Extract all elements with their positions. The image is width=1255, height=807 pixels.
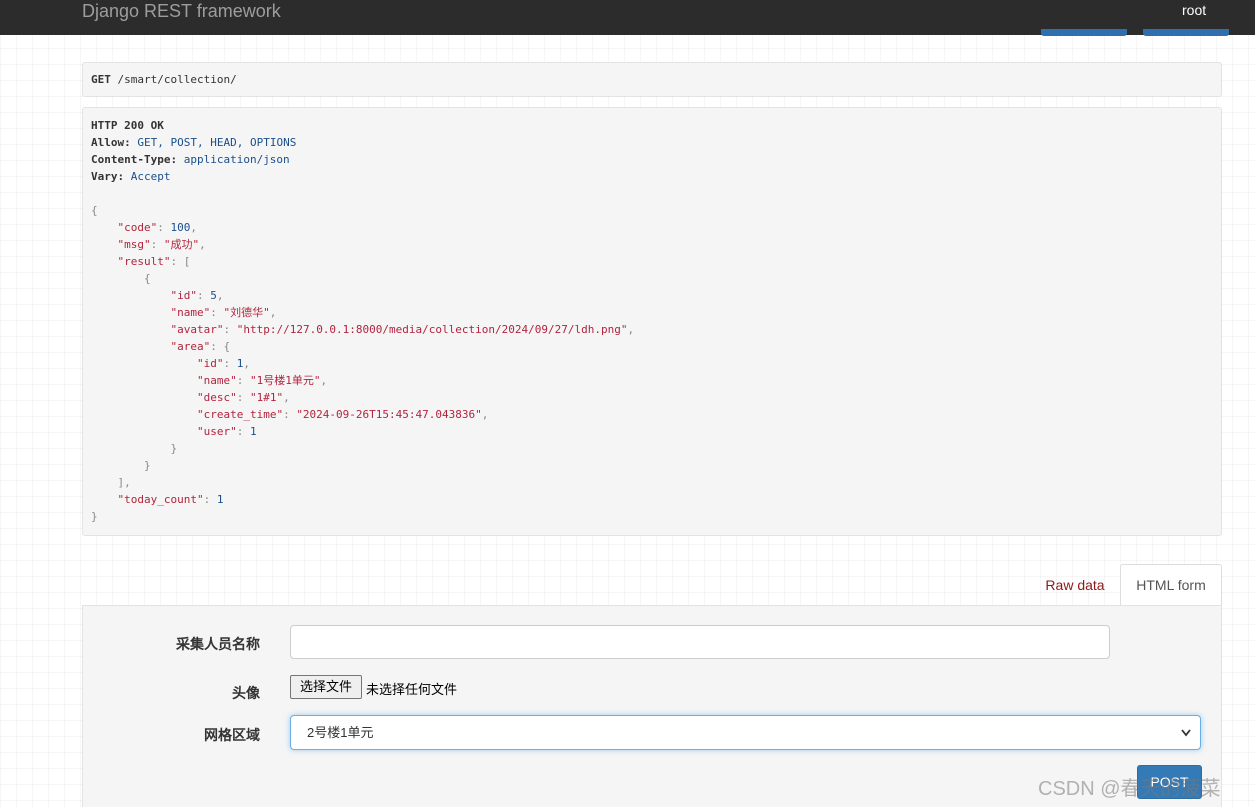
json-line: { (91, 204, 98, 217)
header-vary: Vary: Accept (91, 168, 1213, 185)
tab-raw-data[interactable]: Raw data (1030, 564, 1120, 606)
json-line: "create_time": "2024-09-26T15:45:47.0438… (196, 408, 489, 421)
json-name: "刘德华" (223, 306, 270, 319)
json-line: } (170, 442, 178, 455)
json-msg: "成功" (163, 238, 200, 251)
get-button[interactable] (1143, 29, 1229, 36)
request-path: /smart/collection/ (117, 73, 237, 86)
json-code: 100 (170, 221, 191, 234)
json-line: } (91, 510, 98, 523)
json-line: { (143, 272, 151, 285)
area-label: 网格区域 (204, 727, 260, 743)
json-area-name: "1号楼1单元" (249, 374, 321, 387)
json-line: "area": { (170, 340, 231, 353)
collector-name-input[interactable] (290, 625, 1110, 659)
json-line: "user": 1 (196, 425, 257, 438)
header-value: GET, POST, HEAD, OPTIONS (137, 136, 297, 149)
json-id: 5 (210, 289, 217, 302)
header-content-type: Content-Type: application/json (91, 151, 1213, 168)
json-avatar[interactable]: "http://127.0.0.1:8000/media/collection/… (237, 323, 628, 336)
json-line: "desc": "1#1", (196, 391, 290, 404)
name-label: 采集人员名称 (176, 636, 260, 652)
json-line: "msg": "成功", (117, 238, 206, 251)
header-name: Content-Type: (91, 153, 178, 166)
header-name: Vary: (91, 170, 125, 183)
json-line: "today_count": 1 (117, 493, 224, 506)
user-menu[interactable]: root (1182, 2, 1206, 18)
header-value: Accept (130, 170, 171, 183)
brand-title[interactable]: Django REST framework (82, 0, 281, 22)
form-tabs: Raw data HTML form (0, 564, 1255, 606)
header-value: application/json (183, 153, 290, 166)
json-line: } (143, 459, 151, 472)
json-line: "name": "1号楼1单元", (196, 374, 328, 387)
avatar-label: 头像 (232, 685, 260, 701)
tab-html-form[interactable]: HTML form (1120, 564, 1222, 606)
json-line: "id": 5, (170, 289, 224, 302)
file-status-text: 未选择任何文件 (366, 682, 458, 697)
request-method: GET (91, 73, 111, 86)
json-area-user: 1 (249, 425, 257, 438)
json-line: "id": 1, (196, 357, 250, 370)
json-area-desc: "1#1" (249, 391, 284, 404)
json-area-create-time: "2024-09-26T15:45:47.043836" (296, 408, 482, 421)
header-allow: Allow: GET, POST, HEAD, OPTIONS (91, 134, 1213, 151)
options-button[interactable] (1041, 29, 1127, 36)
chevron-down-icon (1180, 716, 1192, 762)
json-today-count: 1 (216, 493, 224, 506)
response-info: HTTP 200 OK Allow: GET, POST, HEAD, OPTI… (82, 107, 1222, 536)
json-line: "avatar": "http://127.0.0.1:8000/media/c… (170, 323, 635, 336)
request-info: GET /smart/collection/ (82, 62, 1222, 97)
json-line: "result": [ (117, 255, 191, 268)
choose-file-button[interactable]: 选择文件 (290, 675, 362, 699)
watermark: CSDN @春天的菠菜 (1038, 778, 1221, 800)
header-name: Allow: (91, 136, 131, 149)
json-line: "code": 100, (117, 221, 198, 234)
json-line: "name": "刘德华", (170, 306, 277, 319)
response-status: HTTP 200 OK (91, 119, 164, 132)
json-line: ], (117, 476, 131, 489)
area-select[interactable]: 2号楼1单元 (290, 715, 1201, 750)
area-select-value: 2号楼1单元 (307, 725, 374, 740)
